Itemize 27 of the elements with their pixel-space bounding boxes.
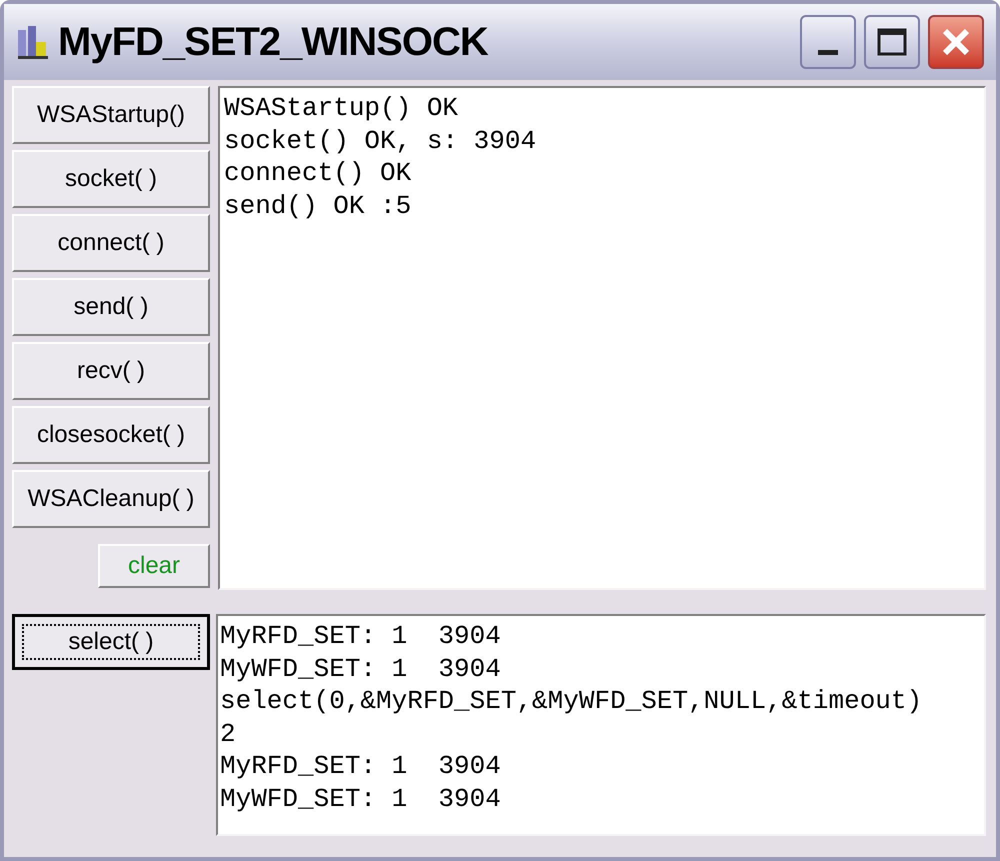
log-line: MyRFD_SET: 1 3904 [220, 620, 501, 652]
log-line: MyWFD_SET: 1 3904 [220, 782, 501, 815]
log-line: 2 [220, 718, 236, 750]
close-button[interactable] [928, 15, 984, 69]
maximize-icon [877, 28, 907, 56]
log-line: connect() OK [224, 157, 412, 190]
function-button[interactable]: WSAStartup() [12, 86, 210, 144]
log-line: select(0,&MyRFD_SET,&MyWFD_SET,NULL,&timeout) [220, 685, 922, 718]
function-button[interactable]: send( ) [12, 278, 210, 336]
log-line: MyWFD_SET: 1 3904 [220, 652, 501, 685]
function-button[interactable]: connect( ) [12, 214, 210, 272]
log-line: MyRFD_SET: 1 3904 [220, 750, 501, 782]
maximize-button[interactable] [864, 15, 920, 69]
log-line: send() OK :5 [224, 190, 412, 222]
function-button[interactable]: socket( ) [12, 150, 210, 208]
select-button[interactable]: select( ) [12, 614, 210, 670]
minimize-icon [818, 50, 838, 55]
function-button[interactable]: recv( ) [12, 342, 210, 400]
window-title: MyFD_SET2_WINSOCK [58, 19, 488, 66]
minimize-button[interactable] [800, 15, 856, 69]
log-line: WSAStartup() OK [224, 92, 458, 124]
close-icon [941, 27, 971, 57]
output-text-area[interactable]: MyRFD_SET: 1 3904 MyWFD_SET: 1 3904 select(0,&MyRFD_SET,&MyWFD_SET,NULL,&timeout) 2 MyRFD_SET: 1 3904 MyWFD_SET: 1 3904 [216, 614, 986, 836]
function-button[interactable]: WSACleanup( ) [12, 470, 210, 528]
function-button[interactable]: closesocket( ) [12, 406, 210, 464]
output-text-area[interactable]: WSAStartup() OK socket() OK, s: 3904 connect() OK send() OK :5 [218, 86, 986, 590]
log-line: socket() OK, s: 3904 [224, 124, 536, 157]
